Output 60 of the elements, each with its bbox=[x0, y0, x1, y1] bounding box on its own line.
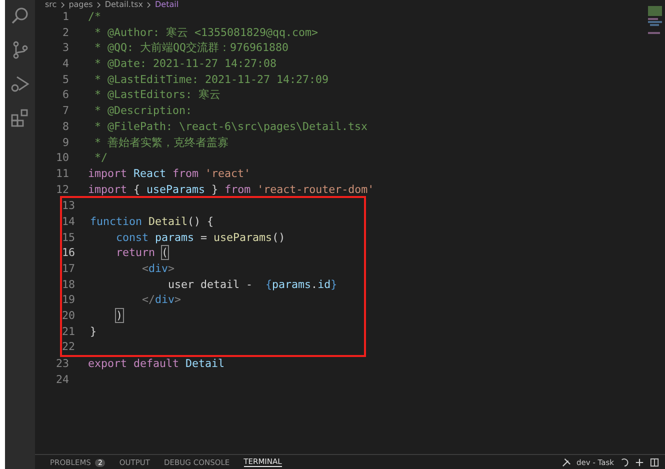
code-line: import React from 'react' bbox=[88, 166, 251, 182]
code-line: * @Description: bbox=[94, 103, 192, 119]
line-number: 23 bbox=[54, 356, 70, 372]
chevron-icon bbox=[60, 2, 65, 8]
line-number: 1 bbox=[61, 9, 70, 25]
line-number: 20 bbox=[62, 308, 76, 324]
code-line: function Detail() { bbox=[90, 214, 214, 230]
line-number: 17 bbox=[62, 261, 76, 277]
code-line: */ bbox=[94, 150, 108, 166]
code-line: * 善始者实繁，克终者盖寡 bbox=[94, 134, 229, 150]
code-line: import { useParams } from 'react-router-dom' bbox=[88, 182, 374, 198]
split-icon[interactable] bbox=[650, 458, 659, 466]
line-number: 13 bbox=[62, 198, 76, 214]
search-icon[interactable] bbox=[10, 6, 30, 26]
code-line: const params = useParams() bbox=[115, 230, 286, 246]
line-number: 8 bbox=[61, 118, 70, 134]
line-number: 3 bbox=[61, 40, 70, 56]
line-number: 21 bbox=[62, 324, 76, 340]
code-line: * @Author: 寒云 <1355081829@qq.com> bbox=[94, 24, 318, 40]
tools-icon bbox=[562, 458, 571, 466]
code-line: user detail - {params.id} bbox=[167, 276, 338, 292]
line-number: 18 bbox=[62, 276, 76, 292]
line-number: 15 bbox=[62, 230, 76, 246]
breadcrumb-item[interactable]: src bbox=[45, 0, 57, 9]
line-number: 12 bbox=[54, 182, 70, 198]
line-number: 19 bbox=[62, 292, 76, 308]
line-number: 6 bbox=[61, 87, 70, 104]
line-number: 4 bbox=[61, 56, 70, 72]
line-number: 14 bbox=[62, 214, 76, 230]
line-number: 2 bbox=[61, 24, 70, 40]
code-line: return ( bbox=[115, 245, 168, 261]
code-line: * @FilePath: \react-6\src\pages\Detail.tsx bbox=[94, 118, 368, 134]
line-number: 22 bbox=[62, 339, 76, 356]
code-line: ) bbox=[116, 308, 123, 324]
plus-icon[interactable] bbox=[635, 458, 644, 466]
code-line: * @Date: 2021-11-27 14:27:08 bbox=[94, 56, 277, 72]
breadcrumb-item[interactable]: Detail.tsx bbox=[104, 0, 143, 9]
line-number: 10 bbox=[54, 150, 70, 166]
line-number: 11 bbox=[54, 166, 70, 182]
run-debug-icon[interactable] bbox=[10, 74, 30, 94]
code-line: } bbox=[90, 324, 97, 340]
breadcrumb-item[interactable]: pages bbox=[68, 0, 93, 9]
spinner-icon bbox=[620, 458, 629, 466]
minimap-drawing bbox=[648, 6, 662, 36]
chevron-icon bbox=[147, 2, 151, 8]
line-number: 7 bbox=[61, 103, 70, 119]
line-number: 16 bbox=[62, 245, 76, 261]
code-line: <div> bbox=[141, 261, 175, 277]
code-line: /* bbox=[88, 9, 102, 25]
code-line: * @LastEditTime: 2021-11-27 14:27:09 bbox=[94, 72, 329, 88]
line-number: 9 bbox=[61, 134, 70, 150]
code-line: export default Detail bbox=[88, 356, 225, 372]
code-line: * @LastEditors: 寒云 bbox=[94, 87, 221, 104]
line-number: 5 bbox=[61, 72, 70, 88]
chevron-icon bbox=[96, 2, 101, 8]
code-line: </div> bbox=[141, 292, 182, 308]
line-number: 24 bbox=[54, 372, 70, 388]
code-line: * @QQ: 大前端QQ交流群：976961880 bbox=[94, 40, 289, 56]
extensions-icon[interactable] bbox=[10, 108, 30, 128]
breadcrumb-item[interactable]: Detail bbox=[155, 0, 179, 9]
